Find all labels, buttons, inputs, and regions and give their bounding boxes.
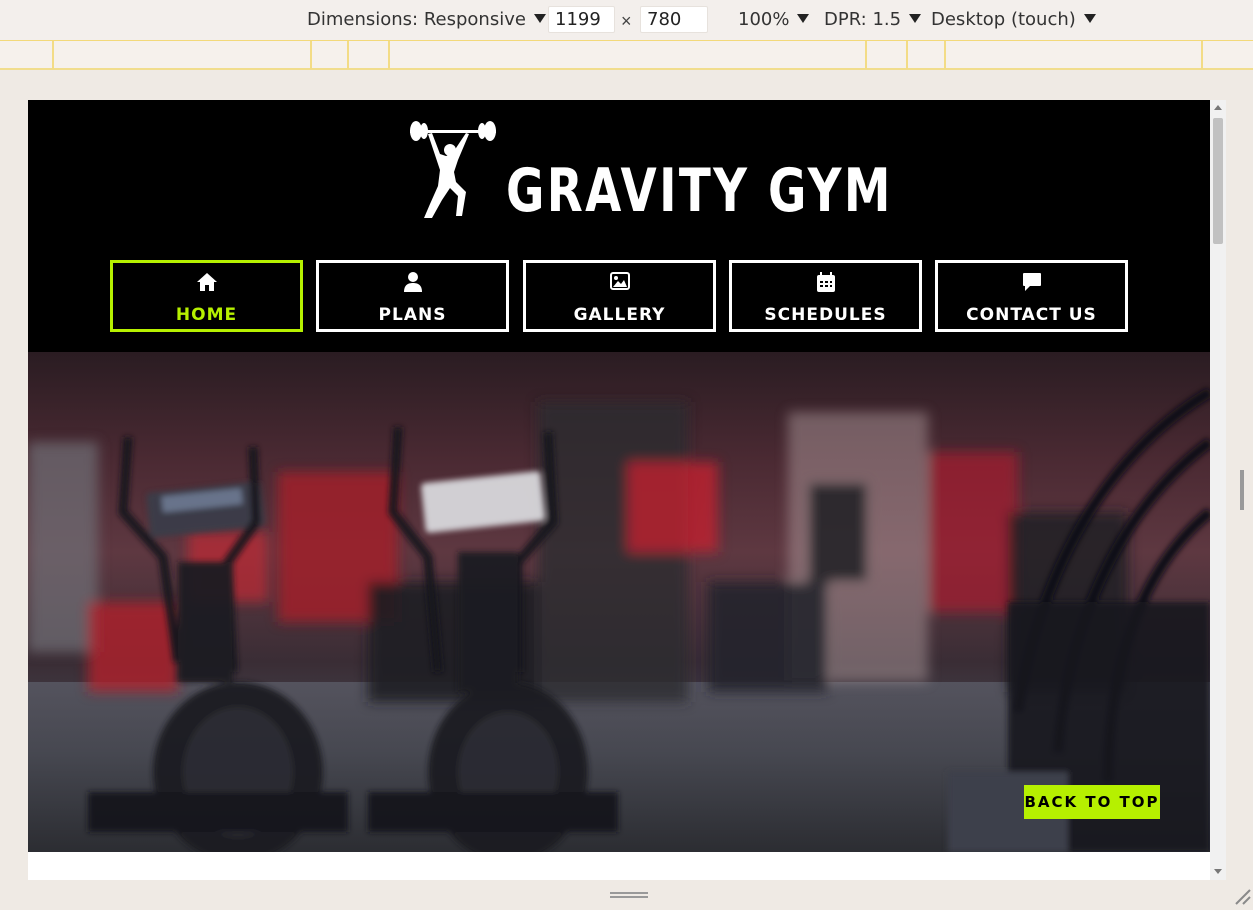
zoom-dropdown[interactable]: 100% — [738, 9, 810, 30]
site-header: GRAVITY GYM HOME PLANS GALLERY SCHEDULES… — [28, 100, 1210, 352]
gym-equipment-illustration — [28, 387, 1210, 852]
hero-gym-image — [28, 352, 1210, 852]
scroll-down-arrow-icon[interactable] — [1214, 869, 1222, 874]
home-icon — [196, 273, 217, 291]
device-mode-label: Desktop (touch) — [931, 9, 1076, 30]
nav-item-gallery[interactable]: GALLERY — [523, 260, 716, 332]
device-viewport: GRAVITY GYM HOME PLANS GALLERY SCHEDULES… — [28, 100, 1210, 880]
chat-icon — [1022, 273, 1041, 291]
weightlifter-logo-icon — [410, 121, 496, 218]
nav-label: HOME — [175, 305, 238, 325]
viewport-scrollbar[interactable] — [1210, 100, 1226, 880]
main-nav: HOME PLANS GALLERY SCHEDULES CONTACT US — [110, 260, 1130, 332]
times-sign: × — [621, 11, 632, 31]
nav-label: GALLERY — [573, 305, 666, 325]
dimensions-dropdown[interactable]: Dimensions: Responsive — [307, 9, 546, 30]
nav-item-home[interactable]: HOME — [110, 260, 303, 332]
brand-title: GRAVITY GYM — [506, 156, 893, 226]
image-icon — [609, 272, 630, 290]
device-mode-dropdown[interactable]: Desktop (touch) — [931, 9, 1096, 30]
nav-item-contact-us[interactable]: CONTACT US — [935, 260, 1128, 332]
media-query-marker[interactable] — [347, 41, 349, 69]
devtools-device-toolbar: Dimensions: Responsive × 100% DPR: 1.5 D… — [0, 0, 1253, 40]
media-query-marker[interactable] — [388, 41, 390, 69]
nav-item-schedules[interactable]: SCHEDULES — [729, 260, 922, 332]
media-query-marker[interactable] — [906, 41, 908, 69]
nav-item-plans[interactable]: PLANS — [316, 260, 509, 332]
media-query-marker[interactable] — [944, 41, 946, 69]
chevron-down-icon — [1083, 14, 1096, 23]
resize-handle-right[interactable] — [1240, 470, 1244, 510]
dpr-dropdown[interactable]: DPR: 1.5 — [824, 9, 922, 30]
resize-corner-grip-icon[interactable] — [1232, 886, 1252, 906]
nav-label: CONTACT US — [966, 305, 1097, 325]
zoom-label: 100% — [738, 9, 790, 30]
user-icon — [403, 272, 422, 292]
width-input[interactable] — [548, 6, 615, 33]
nav-label: SCHEDULES — [764, 305, 887, 325]
chevron-down-icon — [909, 14, 922, 23]
back-to-top-button[interactable]: BACK TO TOP — [1024, 785, 1160, 819]
height-input[interactable] — [640, 6, 708, 33]
chevron-down-icon — [797, 14, 810, 23]
nav-label: PLANS — [378, 305, 447, 325]
dpr-label: DPR: 1.5 — [824, 9, 902, 30]
dimensions-label: Dimensions: Responsive — [307, 9, 526, 30]
media-query-marker[interactable] — [310, 41, 312, 69]
media-query-bar[interactable] — [0, 40, 1253, 70]
scroll-up-arrow-icon[interactable] — [1214, 105, 1222, 110]
resize-handle-bottom[interactable] — [610, 892, 648, 898]
media-query-marker[interactable] — [1201, 41, 1203, 69]
calendar-icon — [816, 272, 835, 292]
media-query-marker[interactable] — [52, 41, 54, 69]
scrollbar-thumb[interactable] — [1213, 118, 1223, 244]
media-query-marker[interactable] — [865, 41, 867, 69]
chevron-down-icon — [533, 14, 546, 23]
